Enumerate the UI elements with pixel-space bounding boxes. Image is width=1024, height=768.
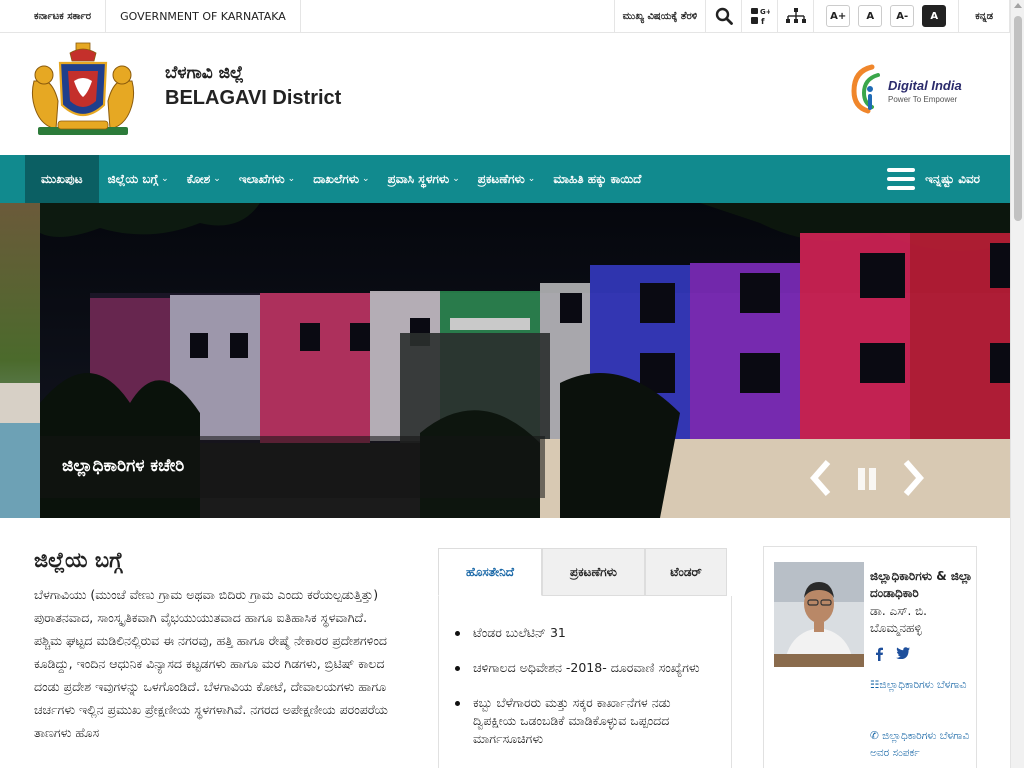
digital-india-title: Digital India bbox=[888, 78, 962, 93]
dc-link-office[interactable]: ☷ಜಿಲ್ಲಾಧಿಕಾರಿಗಳು ಬೆಳಗಾವಿ bbox=[870, 677, 974, 694]
sitemap-icon[interactable] bbox=[777, 0, 813, 33]
facebook-icon[interactable] bbox=[874, 647, 884, 661]
high-contrast-button[interactable]: A bbox=[922, 5, 947, 27]
nav-departments[interactable]: ಇಲಾಖೆಗಳು ⌄ bbox=[230, 155, 304, 203]
social-media-icon[interactable]: G+ f bbox=[741, 0, 777, 33]
scroll-up-icon[interactable] bbox=[1014, 3, 1022, 8]
tab-whats-new[interactable]: ಹೊಸತೇನಿದೆ bbox=[438, 548, 542, 596]
nav-about-district[interactable]: ಜಿಲ್ಲೆಯ ಬಗ್ಗೆ ⌄ bbox=[99, 155, 178, 203]
font-decrease-button[interactable]: A- bbox=[890, 5, 915, 27]
page: ಕರ್ನಾಟಕ ಸರ್ಕಾರ GOVERNMENT OF KARNATAKA ಮ… bbox=[0, 0, 1010, 768]
gov-karnataka-english[interactable]: GOVERNMENT OF KARNATAKA bbox=[106, 0, 301, 33]
site-header: ಬೆಳಗಾವಿ ಜಿಲ್ಲೆ BELAGAVI District Digital… bbox=[0, 33, 1010, 155]
chevron-down-icon: ⌄ bbox=[287, 174, 296, 184]
news-tabs: ಹೊಸತೇನಿದೆ ಪ್ರಕಟಣೆಗಳು ಟೆಂಡರ್ ಟೆಂಡರ ಬುಲೆಟಿ… bbox=[438, 548, 732, 768]
font-increase-button[interactable]: A+ bbox=[826, 5, 851, 27]
dc-link-contact[interactable]: ✆ ಜಿಲ್ಲಾಧಿಕಾರಿಗಳು ಬೆಳಗಾವಿ ಅವರ ಸಂಪರ್ಕ bbox=[870, 728, 974, 762]
news-item[interactable]: ಕಬ್ಬು ಬೆಳೆಗಾರರು ಮತ್ತು ಸಕ್ಕರ ಕಾರ್ಖಾನೆಗಳ ನ… bbox=[455, 694, 717, 748]
nav-notices-label: ಪ್ರಕಟಣೆಗಳು bbox=[477, 171, 525, 186]
pause-icon[interactable] bbox=[858, 468, 876, 490]
search-icon[interactable] bbox=[705, 0, 741, 33]
chevron-down-icon: ⌄ bbox=[527, 174, 536, 184]
about-heading: ಜಿಲ್ಲೆಯ ಬಗ್ಗೆ bbox=[34, 548, 123, 572]
document-icon: ☷ bbox=[870, 679, 880, 691]
tab-notices[interactable]: ಪ್ರಕಟಣೆಗಳು bbox=[542, 548, 645, 596]
news-list: ಟೆಂಡರ ಬುಲೆಟಿನ್ 31 ಚಳಿಗಾಲದ ಅಧಿವೇಶನ -2018-… bbox=[455, 624, 717, 748]
chevron-down-icon: ⌄ bbox=[362, 174, 370, 184]
dc-link-contact-label: ಜಿಲ್ಲಾಧಿಕಾರಿಗಳು ಬೆಳಗಾವಿ ಅವರ ಸಂಪರ್ಕ bbox=[870, 730, 970, 759]
district-name-english[interactable]: BELAGAVI District bbox=[165, 87, 341, 110]
digital-india-logo[interactable]: Digital India Power To Empower bbox=[850, 61, 982, 117]
font-size-controls: A+ A A- A bbox=[813, 0, 958, 33]
district-name-kannada[interactable]: ಬೆಳಗಾವಿ ಜಿಲ್ಲೆ bbox=[165, 63, 341, 83]
nav-rti-label: ಮಾಹಿತಿ ಹಕ್ಕು ಕಾಯಿದೆ bbox=[553, 171, 642, 186]
tab-bar: ಹೊಸತೇನಿದೆ ಪ್ರಕಟಣೆಗಳು ಟೆಂಡರ್ bbox=[438, 548, 732, 596]
nav-more-label: ಇನ್ನಷ್ಟು ವಿವರ bbox=[925, 171, 980, 186]
menu-icon bbox=[887, 168, 916, 190]
tab-tenders[interactable]: ಟೆಂಡರ್ bbox=[645, 548, 727, 596]
tab-panel: ಟೆಂಡರ ಬುಲೆಟಿನ್ 31 ಚಳಿಗಾಲದ ಅಧಿವೇಶನ -2018-… bbox=[438, 596, 732, 768]
nav-directory-label: ಕೋಶ bbox=[186, 171, 211, 186]
karnataka-emblem-logo[interactable] bbox=[28, 41, 138, 141]
nav-notices[interactable]: ಪ್ರಕಟಣೆಗಳು ⌄ bbox=[469, 155, 545, 203]
nav-tourist-label: ಪ್ರವಾಸಿ ಸ್ಥಳಗಳು bbox=[387, 171, 450, 186]
chevron-down-icon: ⌄ bbox=[452, 174, 460, 184]
nav-home-label: ಮುಖಪುಟ bbox=[41, 171, 83, 186]
phone-icon: ✆ bbox=[870, 730, 879, 742]
news-item[interactable]: ಟೆಂಡರ ಬುಲೆಟಿನ್ 31 bbox=[455, 624, 717, 642]
prev-arrow-icon[interactable] bbox=[806, 458, 836, 502]
nav-directory[interactable]: ಕೋಶ ⌄ bbox=[178, 155, 230, 203]
main-navigation: ಮುಖಪುಟ ಜಿಲ್ಲೆಯ ಬಗ್ಗೆ ⌄ ಕೋಶ ⌄ ಇಲಾಖೆಗಳು ⌄ ದಾಖ… bbox=[0, 155, 1010, 203]
svg-text:G+: G+ bbox=[760, 8, 770, 16]
digital-india-tagline: Power To Empower bbox=[888, 95, 958, 104]
dc-name: ಡಾ. ಎಸ್. ಬಿ. ಬೊಮ್ಮನಹಳ್ಳಿ bbox=[870, 604, 927, 635]
nav-home[interactable]: ಮುಖಪುಟ bbox=[25, 155, 99, 203]
news-item[interactable]: ಚಳಿಗಾಲದ ಅಧಿವೇಶನ -2018- ದೂರವಾಣಿ ಸಂಖ್ಯೆಗಳು bbox=[455, 659, 717, 677]
twitter-icon[interactable] bbox=[896, 647, 910, 659]
vertical-scrollbar[interactable] bbox=[1010, 0, 1024, 768]
dc-title: ಜಿಲ್ಲಾಧಿಕಾರಿಗಳು & ಜಿಲ್ಲಾ ದಂಡಾಧಿಕಾರಿ bbox=[870, 569, 973, 600]
nav-more-button[interactable]: ಇನ್ನಷ್ಟು ವಿವರ bbox=[887, 168, 1010, 190]
scrollbar-thumb[interactable] bbox=[1014, 16, 1022, 221]
language-switch[interactable]: ಕನ್ನಡ bbox=[958, 0, 1010, 33]
skip-to-main-link[interactable]: ಮುಖ್ಯ ವಿಷಯಕ್ಕೆ ತೆರಳಿ bbox=[613, 0, 706, 33]
nav-about-label: ಜಿಲ್ಲೆಯ ಬಗ್ಗೆ bbox=[107, 171, 159, 186]
chevron-down-icon: ⌄ bbox=[213, 174, 221, 184]
dc-photo bbox=[774, 562, 864, 667]
deputy-commissioner-card: ಜಿಲ್ಲಾಧಿಕಾರಿಗಳು & ಜಿಲ್ಲಾ ದಂಡಾಧಿಕಾರಿ ಡಾ. … bbox=[763, 546, 977, 768]
nav-tourist-places[interactable]: ಪ್ರವಾಸಿ ಸ್ಥಳಗಳು ⌄ bbox=[379, 155, 469, 203]
site-name: ಬೆಳಗಾವಿ ಜಿಲ್ಲೆ BELAGAVI District bbox=[165, 63, 341, 110]
font-normal-button[interactable]: A bbox=[858, 5, 883, 27]
gov-karnataka-kannada[interactable]: ಕರ್ನಾಟಕ ಸರ್ಕಾರ bbox=[0, 0, 107, 33]
next-arrow-icon[interactable] bbox=[898, 458, 928, 502]
dc-social-links bbox=[874, 647, 910, 661]
slide-caption-box: ಜಿಲ್ಲಾಧಿಕಾರಿಗಳ ಕಚೇರಿ bbox=[40, 436, 545, 498]
nav-documents-label: ದಾಖಲೆಗಳು bbox=[313, 171, 360, 186]
svg-text:f: f bbox=[761, 17, 765, 26]
dc-link-office-label: ಜಿಲ್ಲಾಧಿಕಾರಿಗಳು ಬೆಳಗಾವಿ bbox=[879, 679, 967, 691]
slide-caption[interactable]: ಜಿಲ್ಲಾಧಿಕಾರಿಗಳ ಕಚೇರಿ bbox=[62, 456, 184, 476]
nav-rti[interactable]: ಮಾಹಿತಿ ಹಕ್ಕು ಕಾಯಿದೆ bbox=[544, 155, 650, 203]
top-utility-bar: ಕರ್ನಾಟಕ ಸರ್ಕಾರ GOVERNMENT OF KARNATAKA ಮ… bbox=[0, 0, 1010, 33]
about-district-section: ಜಿಲ್ಲೆಯ ಬಗ್ಗೆ ಬೆಳಗಾವಿಯು (ಮುಂಚೆ ವೇಣು ಗ್ರಾ… bbox=[34, 548, 394, 744]
about-text: ಬೆಳಗಾವಿಯು (ಮುಂಚೆ ವೇಣು ಗ್ರಾಮ ಅಥವಾ ಬಿದಿರು … bbox=[34, 587, 388, 740]
nav-departments-label: ಇಲಾಖೆಗಳು bbox=[238, 171, 285, 186]
chevron-down-icon: ⌄ bbox=[161, 174, 169, 184]
nav-documents[interactable]: ದಾಖಲೆಗಳು ⌄ bbox=[304, 155, 378, 203]
